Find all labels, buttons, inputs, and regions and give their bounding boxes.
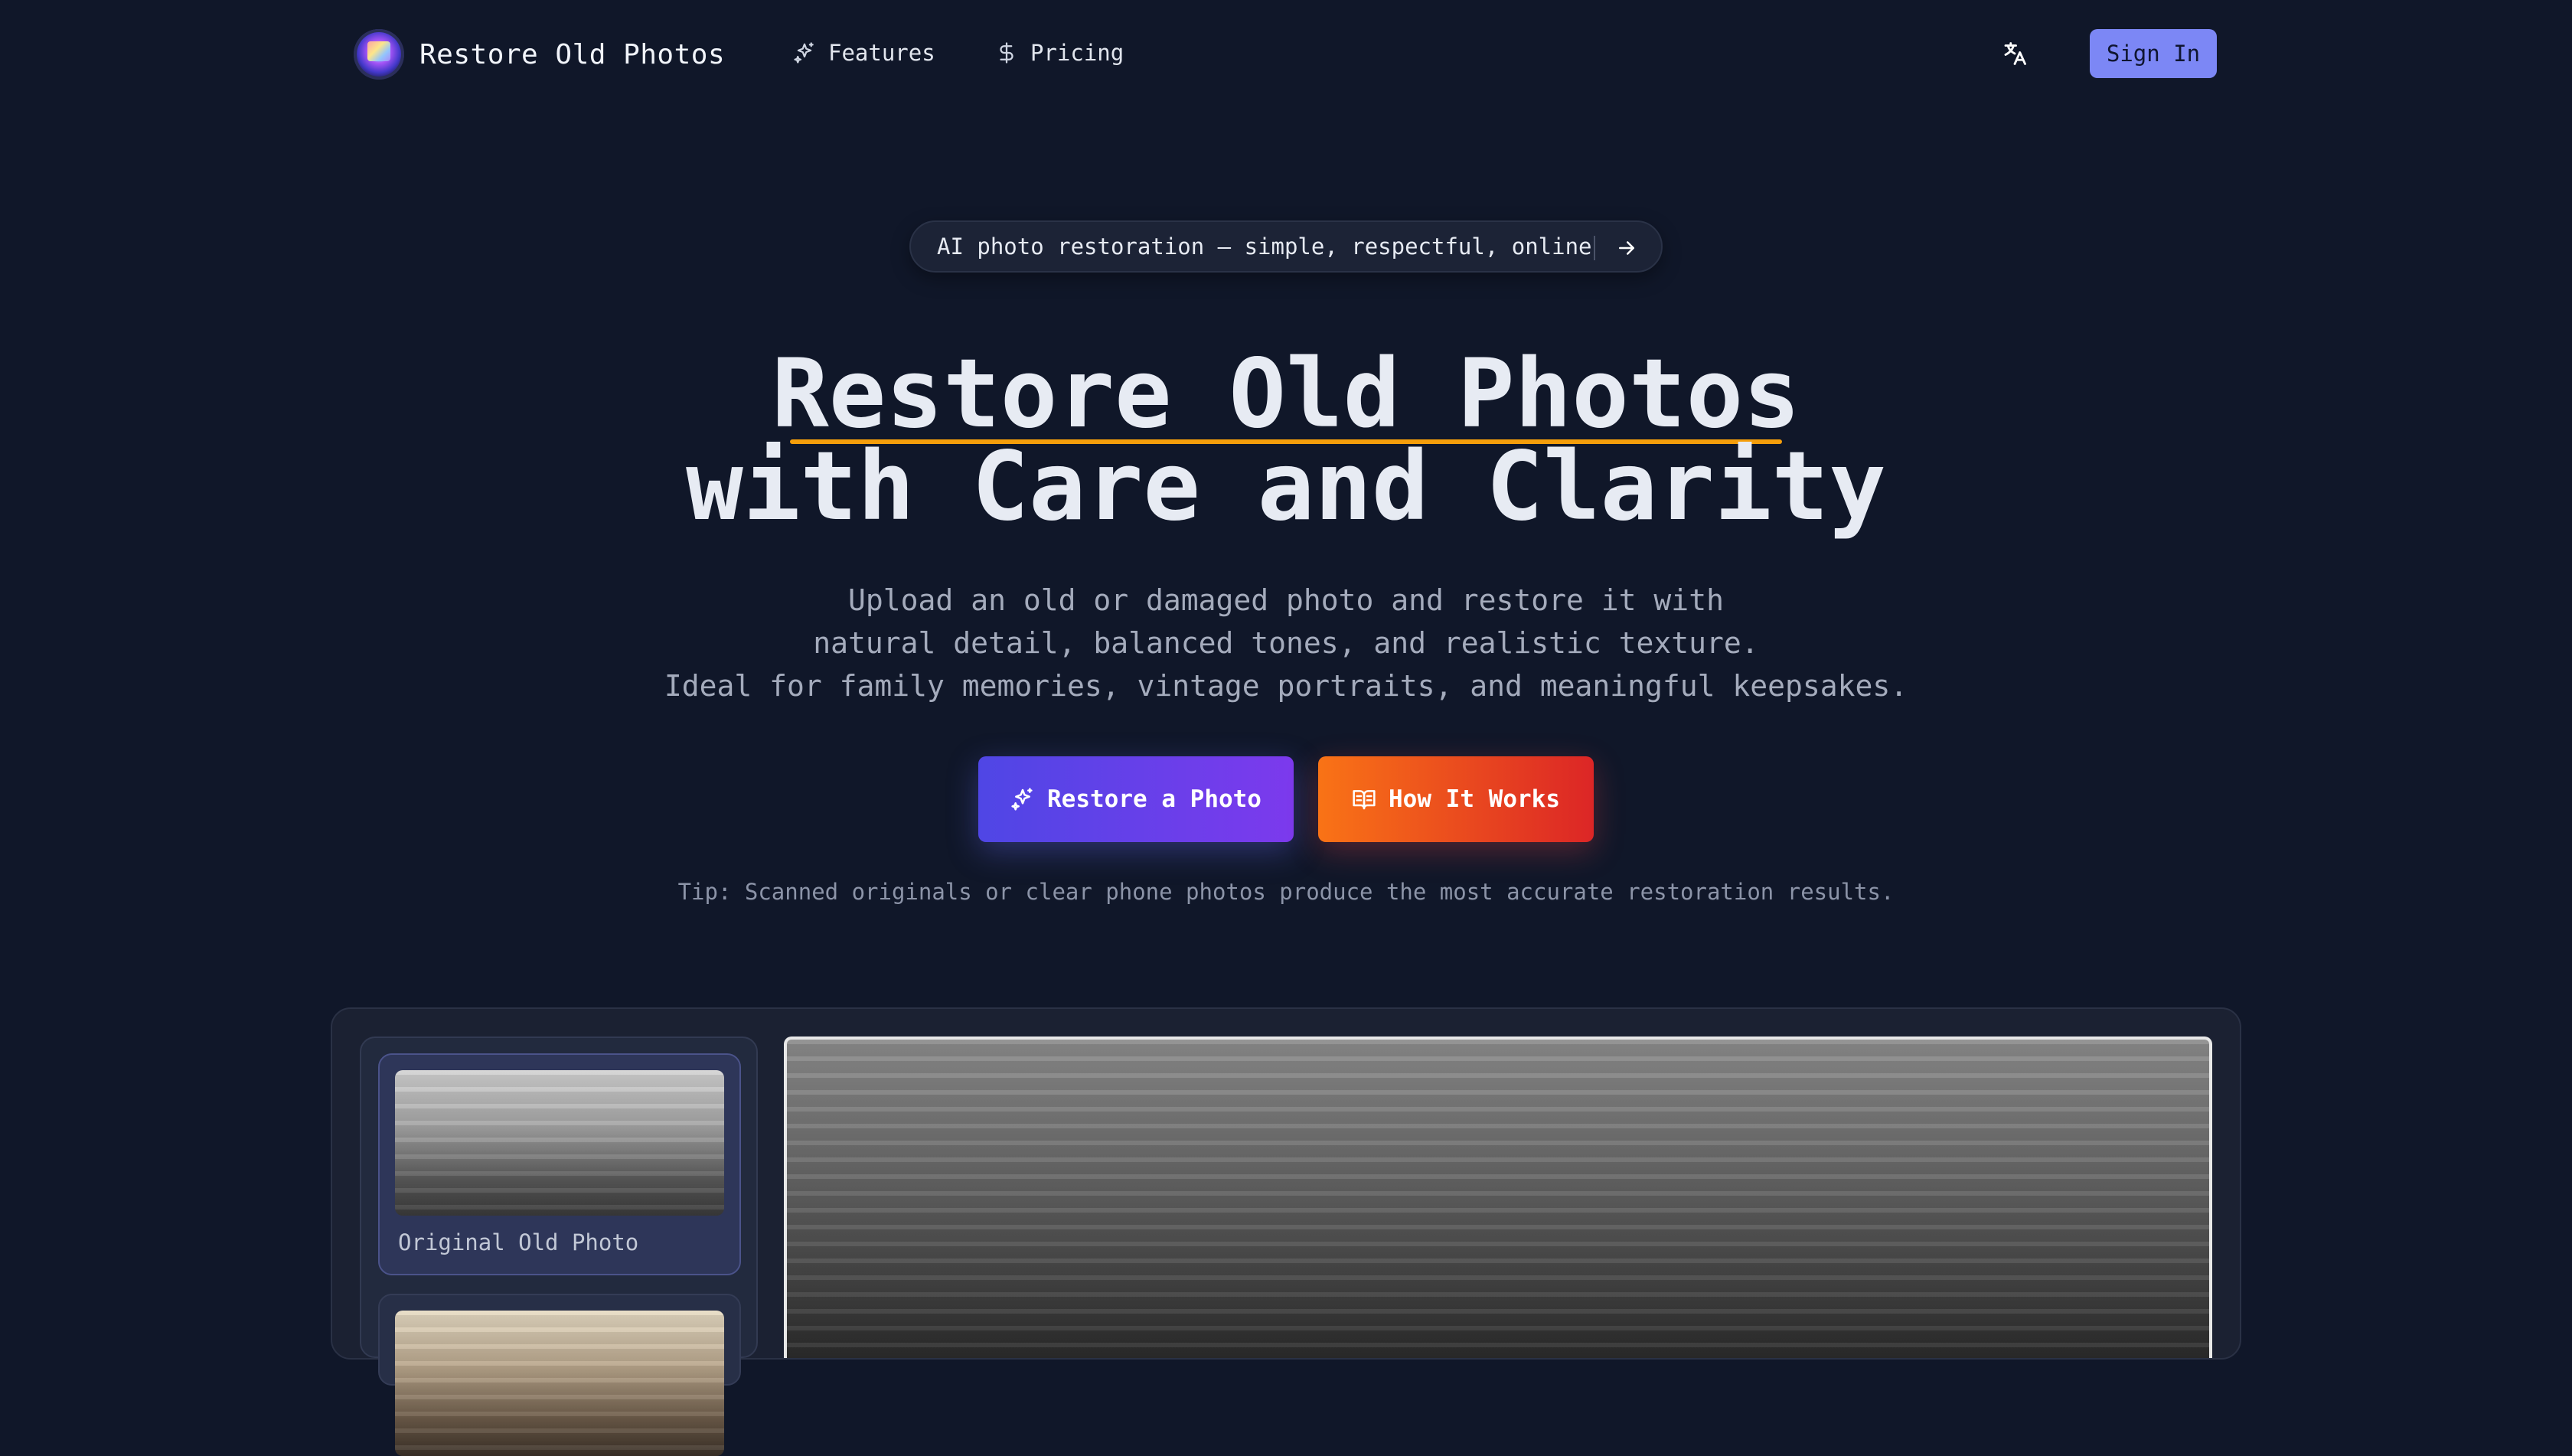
- thumbnail-label: Original Old Photo: [398, 1229, 639, 1255]
- sparkles-icon: [794, 42, 814, 64]
- brand-link[interactable]: Restore Old Photos: [354, 29, 725, 80]
- language-switcher[interactable]: [2001, 40, 2029, 70]
- hero-subtitle-line: Upload an old or damaged photo and resto…: [848, 583, 1724, 617]
- upload-tip: Tip: Scanned originals or clear phone ph…: [677, 879, 1895, 905]
- button-label: Restore a Photo: [1047, 785, 1262, 813]
- brand-name: Restore Old Photos: [419, 38, 726, 70]
- arrow-right-icon: [1615, 237, 1638, 263]
- nav-link-pricing[interactable]: Pricing: [995, 40, 1124, 66]
- hero-subtitle-line: natural detail, balanced tones, and real…: [813, 626, 1759, 660]
- restored-photo-thumbnail: [395, 1311, 724, 1456]
- hero-title-line-2: with Care and Clarity: [686, 432, 1886, 542]
- translate-icon: [2004, 42, 2026, 65]
- original-photo-thumbnail: [395, 1070, 724, 1216]
- restore-photo-button[interactable]: Restore a Photo: [978, 756, 1294, 842]
- main-photo-preview: [784, 1037, 2212, 1358]
- badge-text: AI photo restoration — simple, respectfu…: [937, 233, 1592, 260]
- example-thumbnail-restored[interactable]: [378, 1294, 741, 1456]
- nav-link-label: Features: [828, 40, 935, 66]
- sparkles-icon: [1011, 788, 1033, 811]
- announcement-badge[interactable]: AI photo restoration — simple, respectfu…: [909, 220, 1663, 273]
- hero-subtitle-line: Ideal for family memories, vintage portr…: [664, 669, 1908, 703]
- top-navbar: Restore Old Photos Features Pricing Sign…: [0, 0, 2572, 110]
- badge-divider: [1594, 236, 1595, 260]
- how-it-works-button[interactable]: How It Works: [1318, 756, 1594, 842]
- nav-link-label: Pricing: [1030, 40, 1124, 66]
- example-thumbnail-original[interactable]: Original Old Photo: [378, 1053, 741, 1275]
- app-logo: [354, 29, 404, 80]
- sign-in-button[interactable]: Sign In: [2090, 29, 2217, 78]
- nav-link-features[interactable]: Features: [793, 40, 935, 66]
- book-open-icon: [1353, 790, 1376, 810]
- dollar-icon: [1000, 42, 1013, 64]
- button-label: How It Works: [1389, 785, 1560, 813]
- hero-title-line-1: Restore Old Photos: [772, 339, 1800, 449]
